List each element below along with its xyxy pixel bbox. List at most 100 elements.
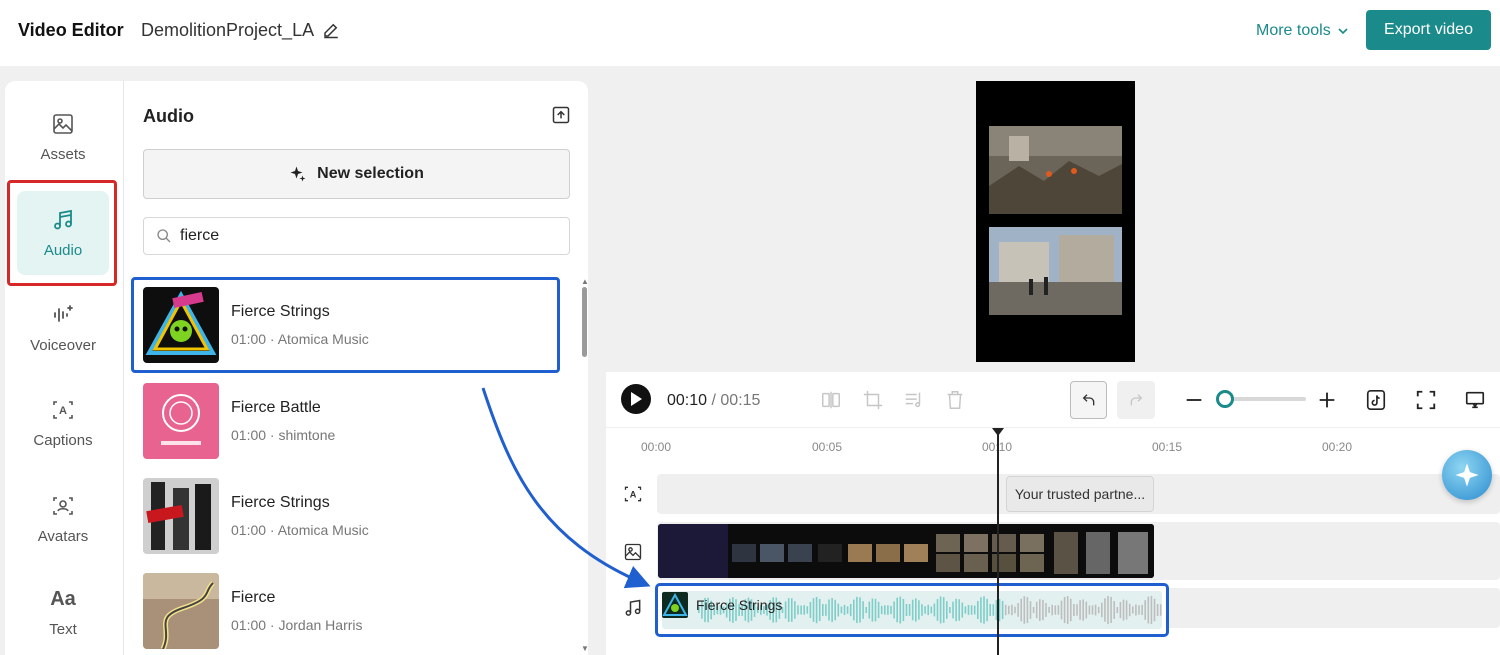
search-input[interactable]	[180, 227, 560, 245]
timeline-ruler[interactable]: 00:00 00:05 00:10 00:15 00:20	[606, 428, 1500, 468]
waveform-bar	[1079, 600, 1081, 620]
scroll-down-icon[interactable]: ▼	[581, 644, 588, 653]
ai-assistant-button[interactable]	[1442, 450, 1492, 500]
waveform-bar	[1004, 604, 1007, 616]
video-track-icon	[624, 543, 642, 561]
track-name: Fierce Strings	[231, 303, 330, 320]
track-meta: 01:00 · Atomica Music	[231, 522, 369, 538]
waveform-bar	[992, 604, 995, 616]
ruler-tick-label: 00:00	[641, 440, 672, 454]
waveform-bar	[918, 600, 920, 620]
waveform-bar	[1113, 601, 1115, 619]
upload-icon[interactable]	[551, 105, 571, 125]
playhead[interactable]	[997, 428, 999, 655]
left-panel: Assets Audio Voiceover A Captions Avatar…	[5, 81, 588, 655]
waveform-bar	[815, 596, 818, 624]
zoom-in-icon[interactable]	[1316, 389, 1338, 411]
waveform-bar	[880, 605, 883, 615]
audio-clip[interactable]: Fierce Strings	[655, 583, 1169, 637]
waveform-bar	[905, 604, 908, 616]
fullscreen-icon[interactable]	[1415, 389, 1437, 411]
waveform-bar	[1110, 596, 1112, 623]
pencil-icon[interactable]	[322, 21, 340, 39]
total-time: 00:15	[720, 392, 761, 409]
waveform-bar	[1076, 604, 1078, 616]
sidebar-nav: Assets Audio Voiceover A Captions Avatar…	[5, 81, 124, 655]
zoom-slider-knob[interactable]	[1216, 390, 1234, 408]
music-note-icon	[54, 209, 72, 229]
sidebar-item-captions[interactable]: A Captions	[17, 381, 109, 465]
waveform-bar	[1119, 602, 1122, 619]
waveform-bar	[1101, 602, 1103, 618]
waveform-bar	[893, 601, 895, 619]
search-box	[143, 217, 570, 255]
undo-icon	[1082, 394, 1094, 406]
split-icon[interactable]	[820, 389, 842, 411]
new-selection-button[interactable]: New selection	[143, 149, 570, 199]
export-video-button[interactable]: Export video	[1366, 10, 1491, 50]
waveform-bar	[921, 604, 923, 616]
waveform-bar	[967, 605, 970, 615]
waveform-bar	[846, 606, 849, 614]
zoom-slider[interactable]	[1216, 390, 1306, 408]
album-art	[143, 383, 219, 459]
caption-clip[interactable]: Your trusted partne...	[1006, 476, 1154, 512]
waveform-bar	[812, 598, 815, 622]
tiktok-icon[interactable]	[1365, 389, 1387, 411]
waveform-bar	[933, 603, 936, 617]
redo-icon	[1130, 394, 1143, 406]
waveform-bar	[1070, 598, 1072, 622]
playhead-handle[interactable]	[992, 428, 1004, 436]
list-item[interactable]: Fierce 01:00 · Jordan Harris	[143, 571, 553, 651]
track-meta: 01:00 · shimtone	[231, 427, 336, 443]
video-clip[interactable]	[658, 524, 1154, 578]
scroll-up-icon[interactable]: ▲	[581, 277, 588, 286]
more-tools-label: More tools	[1256, 22, 1331, 39]
time-display: 00:10 / 00:15	[667, 392, 760, 410]
crop-icon[interactable]	[862, 389, 884, 411]
waveform-bar	[1141, 604, 1143, 615]
audio-adjust-icon[interactable]	[903, 389, 925, 411]
waveform-bar	[797, 605, 799, 615]
waveform-bar	[970, 605, 973, 615]
waveform-bar	[1060, 600, 1063, 620]
list-item[interactable]: Fierce Strings 01:00 · Atomica Music	[143, 476, 553, 556]
sidebar-item-audio[interactable]: Audio	[17, 191, 109, 275]
track-list: Fierce Strings 01:00 · Atomica Music Fie…	[125, 277, 575, 655]
current-time: 00:10	[667, 392, 708, 409]
sidebar-item-text[interactable]: Aa Text	[17, 571, 109, 655]
zoom-out-icon[interactable]	[1183, 389, 1205, 411]
ruler-tick-label: 00:20	[1322, 440, 1353, 454]
waveform-bar	[1017, 603, 1019, 617]
waveform-bar	[1020, 598, 1022, 622]
waveform-bar	[980, 597, 982, 623]
scroll-thumb[interactable]	[582, 287, 587, 357]
list-item[interactable]: Fierce Battle 01:00 · shimtone	[143, 381, 553, 461]
redo-button[interactable]	[1117, 381, 1155, 419]
play-button[interactable]	[621, 384, 651, 414]
project-name[interactable]: DemolitionProject_LA	[141, 20, 314, 41]
video-preview[interactable]	[976, 81, 1135, 362]
waveform-bar	[834, 599, 836, 621]
display-icon[interactable]	[1464, 389, 1486, 411]
more-tools-button[interactable]: More tools	[1256, 22, 1349, 40]
waveform-bar	[884, 605, 886, 615]
waveform-bar	[791, 598, 793, 622]
waveform-bar	[924, 606, 926, 614]
waveform-bar	[1094, 604, 1097, 616]
waveform-bar	[1029, 601, 1032, 619]
ruler-tick-label: 00:05	[812, 440, 843, 454]
undo-button[interactable]	[1070, 381, 1107, 419]
sidebar-item-assets[interactable]: Assets	[17, 95, 109, 179]
waveform-bar	[1026, 597, 1029, 623]
trash-icon[interactable]	[944, 389, 966, 411]
waveform-bar	[1023, 596, 1026, 624]
waveform-bar	[828, 599, 830, 621]
sidebar-item-avatars[interactable]: Avatars	[17, 477, 109, 561]
track-list-scrollbar[interactable]: ▲ ▼	[580, 277, 588, 655]
sidebar-item-voiceover[interactable]: Voiceover	[17, 286, 109, 370]
waveform-bar	[874, 598, 877, 622]
list-item[interactable]: Fierce Strings 01:00 · Atomica Music	[143, 285, 553, 365]
audio-clip-thumbnail	[662, 592, 688, 618]
waveform-bar	[939, 596, 942, 624]
